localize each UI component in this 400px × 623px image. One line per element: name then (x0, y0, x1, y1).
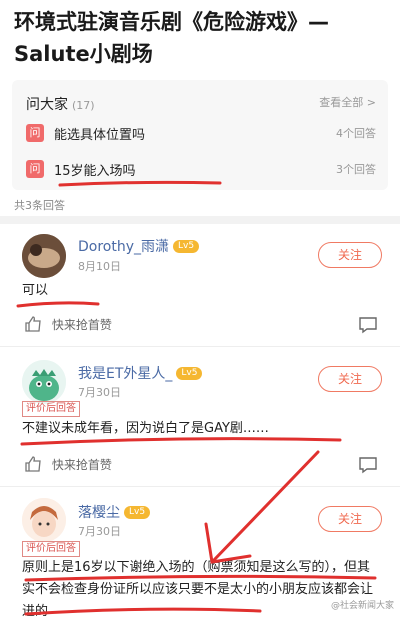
underline-annotation (24, 574, 377, 582)
underline-annotation (20, 437, 342, 446)
arrow-annotation (212, 450, 320, 562)
underline-annotation (24, 607, 262, 616)
underline-annotation (16, 301, 100, 308)
underline-annotation (58, 180, 222, 187)
red-annotation-overlay (16, 180, 377, 616)
watermark: @社会新闻大家 (330, 601, 394, 611)
